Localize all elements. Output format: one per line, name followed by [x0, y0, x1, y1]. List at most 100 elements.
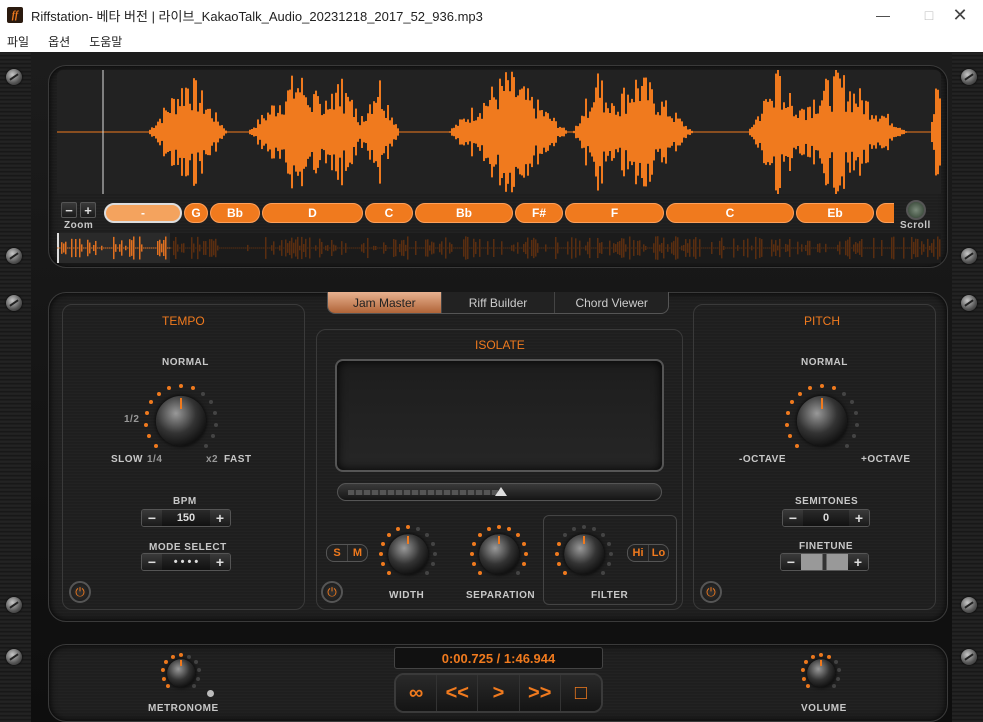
- finetune-increase-button[interactable]: +: [848, 554, 868, 570]
- minimize-button[interactable]: —: [860, 0, 906, 30]
- tempo-title: TEMPO: [162, 314, 205, 328]
- mute-button[interactable]: M: [347, 545, 367, 561]
- chord-block[interactable]: C: [666, 203, 794, 223]
- knob-tick: [425, 532, 430, 537]
- knob-tick: [801, 668, 806, 673]
- minus-octave-label: -OCTAVE: [739, 454, 787, 465]
- knob-tick: [808, 385, 813, 390]
- width-knob[interactable]: [378, 524, 438, 584]
- screw-icon: [961, 295, 977, 311]
- width-label: WIDTH: [389, 590, 425, 601]
- isolate-power-icon[interactable]: ⏻: [321, 581, 343, 603]
- knob-tick: [161, 676, 166, 681]
- knob-tick: [149, 400, 154, 405]
- mode-next-button[interactable]: +: [210, 554, 230, 570]
- menu-options[interactable]: 옵션: [48, 33, 70, 50]
- semitones-label: SEMITONES: [795, 496, 859, 507]
- knob-tick: [831, 385, 836, 390]
- loop-button[interactable]: ∞: [396, 675, 438, 711]
- stop-button[interactable]: □: [560, 675, 601, 711]
- chord-block[interactable]: [876, 203, 894, 223]
- volume-knob[interactable]: [800, 652, 842, 694]
- hi-button[interactable]: Hi: [628, 545, 648, 561]
- chord-block[interactable]: Bb: [210, 203, 260, 223]
- pitch-knob[interactable]: [784, 383, 860, 459]
- menu-help[interactable]: 도움말: [89, 33, 122, 50]
- knob-tick: [179, 653, 183, 657]
- semitones-increase-button[interactable]: +: [849, 510, 869, 526]
- filter-knob[interactable]: [554, 524, 614, 584]
- isolate-display[interactable]: [335, 359, 664, 472]
- tab-riff-builder[interactable]: Riff Builder: [442, 292, 556, 313]
- chord-block[interactable]: F: [565, 203, 664, 223]
- chord-block[interactable]: F#: [515, 203, 563, 223]
- mode-value: • • • •: [162, 554, 210, 570]
- tab-chord-viewer[interactable]: Chord Viewer: [555, 292, 668, 313]
- waveform-display[interactable]: [57, 70, 941, 194]
- chord-block[interactable]: G: [184, 203, 208, 223]
- knob-tick: [200, 391, 205, 396]
- lo-button[interactable]: Lo: [648, 545, 668, 561]
- tab-jam-master[interactable]: Jam Master: [328, 292, 442, 313]
- finetune-bar[interactable]: [801, 554, 848, 570]
- tempo-knob[interactable]: [143, 383, 219, 459]
- finetune-decrease-button[interactable]: −: [781, 554, 801, 570]
- bpm-decrease-button[interactable]: −: [142, 510, 162, 526]
- knob-tick: [144, 422, 149, 427]
- knob-tick: [557, 541, 562, 546]
- knob-tick: [381, 562, 386, 567]
- knob-tick: [386, 532, 391, 537]
- knob-tick: [213, 422, 218, 427]
- zoom-label: Zoom: [64, 220, 94, 231]
- isolate-slider[interactable]: [337, 483, 662, 501]
- chord-block[interactable]: -: [104, 203, 182, 223]
- menu-file[interactable]: 파일: [7, 33, 29, 50]
- chord-block[interactable]: C: [365, 203, 413, 223]
- chord-block[interactable]: Eb: [796, 203, 874, 223]
- zoom-out-button[interactable]: −: [61, 202, 77, 218]
- knob-tick: [785, 422, 790, 427]
- scroll-toggle-button[interactable]: [906, 200, 926, 220]
- knob-tick: [788, 434, 793, 439]
- knob-tick: [196, 676, 201, 681]
- mode-prev-button[interactable]: −: [142, 554, 162, 570]
- waveform-overview[interactable]: [57, 233, 941, 263]
- knob-tick: [187, 654, 192, 659]
- knob-tick: [190, 385, 195, 390]
- screw-icon: [961, 69, 977, 85]
- knob-tick: [167, 385, 172, 390]
- knob-tick: [144, 411, 149, 416]
- zoom-in-button[interactable]: +: [80, 202, 96, 218]
- semitones-value: 0: [803, 510, 849, 526]
- pitch-power-icon[interactable]: ⏻: [700, 581, 722, 603]
- knob-tick: [210, 434, 215, 439]
- chord-block[interactable]: Bb: [415, 203, 513, 223]
- chord-block[interactable]: D: [262, 203, 363, 223]
- plus-octave-label: +OCTAVE: [861, 454, 911, 465]
- rewind-button[interactable]: <<: [437, 675, 479, 711]
- separation-knob[interactable]: [469, 524, 529, 584]
- screw-icon: [961, 248, 977, 264]
- pitch-title: PITCH: [804, 314, 840, 328]
- knob-tick: [154, 443, 159, 448]
- time-display: 0:00.725 / 1:46.944: [394, 647, 603, 669]
- slider-thumb[interactable]: [495, 487, 507, 496]
- tempo-power-icon[interactable]: ⏻: [69, 581, 91, 603]
- knob-tick: [203, 443, 208, 448]
- bpm-stepper: − 150 +: [141, 509, 231, 527]
- solo-button[interactable]: S: [327, 545, 347, 561]
- metronome-knob[interactable]: [160, 652, 202, 694]
- knob-tick: [497, 525, 501, 529]
- fast-forward-button[interactable]: >>: [519, 675, 561, 711]
- semitones-decrease-button[interactable]: −: [783, 510, 803, 526]
- knob-tick: [472, 562, 477, 567]
- bpm-increase-button[interactable]: +: [210, 510, 230, 526]
- screw-icon: [961, 649, 977, 665]
- knob-tick: [831, 683, 836, 688]
- isolate-title: ISOLATE: [475, 338, 525, 352]
- play-button[interactable]: >: [478, 675, 520, 711]
- waveform-bars: [57, 70, 941, 194]
- knob-tick: [521, 541, 526, 546]
- close-button[interactable]: ✕: [937, 0, 983, 30]
- metronome-led-icon: [207, 690, 214, 697]
